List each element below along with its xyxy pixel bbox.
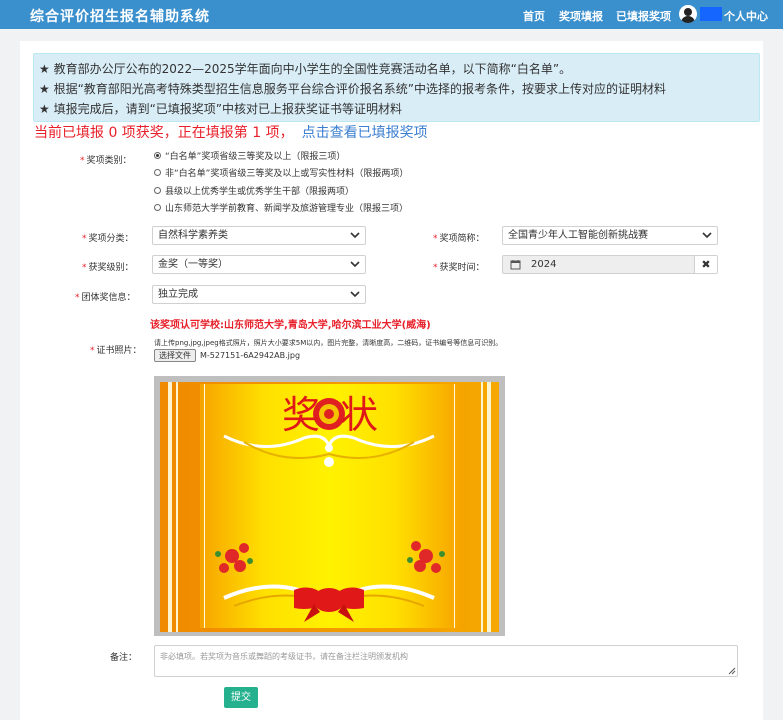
team-select[interactable]: 独立完成	[152, 285, 366, 304]
notice-box: ★ 教育部办公厅公布的2022—2025学年面向中小学生的全国性竞赛活动名单，以…	[33, 53, 760, 122]
recognized-schools-notice: 该奖项认可学校:山东师范大学,青岛大学,哈尔滨工业大学(威海)	[150, 320, 431, 331]
status-text: 当前已填报 0 项获奖，正在填报第 1 项，	[34, 125, 294, 141]
certificate-label: * 证书照片：	[90, 346, 142, 356]
top-navbar: 综合评价招生报名辅助系统 首页 奖项填报 已填报奖项 个人中心	[0, 0, 783, 29]
selected-filename: M-527151-6A2942AB.jpg	[200, 351, 301, 360]
chevron-down-icon	[350, 291, 360, 298]
progress-status: 当前已填报 0 项获奖，正在填报第 1 项， 点击查看已填报奖项	[34, 122, 428, 142]
radio-selected-icon[interactable]	[154, 152, 161, 159]
classification-label: * 奖项分类：	[82, 234, 134, 244]
radio-icon[interactable]	[154, 204, 161, 211]
remark-label: 备注：	[110, 653, 138, 663]
nav-user-center[interactable]: 个人中心	[724, 8, 768, 24]
certificate-title-char-1: 奖	[282, 393, 320, 437]
view-submitted-link[interactable]: 点击查看已填报奖项	[302, 125, 428, 141]
remark-textarea[interactable]: 非必填项。若奖项为音乐或舞蹈的考级证书，请在备注栏注明颁发机构	[154, 645, 738, 677]
upload-hint: 请上传png,jpg,jpeg格式照片，照片大小要求5M以内，图片完整，清晰度高…	[154, 339, 503, 347]
username-redacted	[700, 7, 722, 21]
app-title: 综合评价招生报名辅助系统	[30, 9, 210, 25]
category-option-3[interactable]: 县级以上优秀学生或优秀学生干部（限报两项）	[154, 184, 354, 197]
notice-line-3: ★ 填报完成后，请到“已填报奖项”中核对已上报获奖证书等证明材料	[39, 102, 403, 116]
chevron-down-icon	[350, 232, 360, 239]
award-name-label: * 奖项简称：	[433, 234, 485, 244]
award-name-select[interactable]: 全国青少年人工智能创新挑战赛	[502, 226, 718, 245]
calendar-icon	[510, 260, 521, 270]
radio-icon[interactable]	[154, 187, 161, 194]
nav-award-entry[interactable]: 奖项填报	[559, 8, 603, 24]
category-label: * 奖项类别：	[80, 156, 132, 166]
category-option-2[interactable]: 非“白名单”奖项省级三等奖及以上或写实性材料（限报两项）	[154, 166, 408, 179]
main-panel: ★ 教育部办公厅公布的2022—2025学年面向中小学生的全国性竞赛活动名单，以…	[20, 41, 763, 720]
remark-placeholder: 非必填项。若奖项为音乐或舞蹈的考级证书，请在备注栏注明颁发机构	[160, 652, 408, 661]
clear-date-icon[interactable]: ✖	[694, 256, 717, 273]
nav-submitted-awards[interactable]: 已填报奖项	[616, 8, 671, 24]
avatar-icon[interactable]	[679, 5, 697, 23]
notice-line-2: ★ 根据“教育部阳光高考特殊类型招生信息服务平台综合评价报名系统”中选择的报考条…	[39, 82, 667, 96]
nav-home[interactable]: 首页	[523, 8, 545, 24]
team-label: * 团体奖信息：	[75, 293, 136, 303]
certificate-image: 奖 状	[154, 376, 505, 636]
resize-grip-icon[interactable]	[728, 667, 736, 675]
category-option-1[interactable]: “白名单”奖项省级三等奖及以上（限报三项）	[154, 149, 345, 162]
classification-select[interactable]: 自然科学素养类	[152, 226, 366, 245]
award-level-label: * 获奖级别：	[82, 263, 134, 273]
award-level-select[interactable]: 金奖（一等奖）	[152, 255, 366, 274]
category-option-4[interactable]: 山东师范大学学前教育、新闻学及旅游管理专业（限报三项）	[154, 201, 408, 214]
choose-file-button[interactable]: 选择文件	[154, 349, 196, 362]
chevron-down-icon	[702, 232, 712, 239]
certificate-title-char-2: 状	[340, 393, 378, 437]
award-time-label: * 获奖时间：	[433, 263, 485, 273]
award-time-input[interactable]: 2024 ✖	[502, 255, 718, 274]
submit-button[interactable]: 提交	[224, 687, 258, 708]
notice-line-1: ★ 教育部办公厅公布的2022—2025学年面向中小学生的全国性竞赛活动名单，以…	[39, 62, 572, 76]
radio-icon[interactable]	[154, 169, 161, 176]
chevron-down-icon	[350, 261, 360, 268]
